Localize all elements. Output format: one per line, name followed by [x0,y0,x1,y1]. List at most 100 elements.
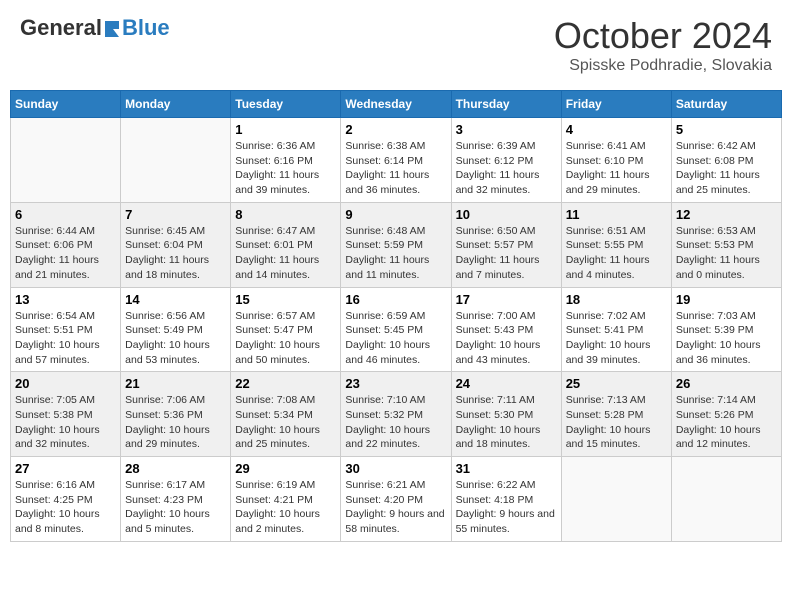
day-info: Sunrise: 7:03 AM Sunset: 5:39 PM Dayligh… [676,309,777,368]
calendar-cell: 1 Sunrise: 6:36 AM Sunset: 6:16 PM Daylig… [231,118,341,203]
day-info: Sunrise: 6:54 AM Sunset: 5:51 PM Dayligh… [15,309,116,368]
weekday-header-thursday: Thursday [451,91,561,118]
day-number: 9 [345,207,446,222]
day-info: Sunrise: 6:42 AM Sunset: 6:08 PM Dayligh… [676,139,777,198]
day-info: Sunrise: 6:36 AM Sunset: 6:16 PM Dayligh… [235,139,336,198]
day-number: 16 [345,292,446,307]
day-info: Sunrise: 6:38 AM Sunset: 6:14 PM Dayligh… [345,139,446,198]
month-title: October 2024 [554,15,772,57]
logo-icon [103,19,121,37]
day-info: Sunrise: 6:41 AM Sunset: 6:10 PM Dayligh… [566,139,667,198]
calendar-cell: 29 Sunrise: 6:19 AM Sunset: 4:21 PM Dayli… [231,457,341,542]
day-number: 11 [566,207,667,222]
day-info: Sunrise: 6:51 AM Sunset: 5:55 PM Dayligh… [566,224,667,283]
calendar-cell: 3 Sunrise: 6:39 AM Sunset: 6:12 PM Daylig… [451,118,561,203]
calendar-cell: 12Sunrise: 6:53 AM Sunset: 5:53 PM Dayli… [671,202,781,287]
day-info: Sunrise: 7:05 AM Sunset: 5:38 PM Dayligh… [15,393,116,452]
weekday-header-saturday: Saturday [671,91,781,118]
calendar-cell: 31 Sunrise: 6:22 AM Sunset: 4:18 PM Dayli… [451,457,561,542]
weekday-header-row: SundayMondayTuesdayWednesdayThursdayFrid… [11,91,782,118]
day-number: 1 [235,122,336,137]
calendar-cell: 23Sunrise: 7:10 AM Sunset: 5:32 PM Dayli… [341,372,451,457]
day-number: 21 [125,376,226,391]
day-info: Sunrise: 6:22 AM Sunset: 4:18 PM Dayligh… [456,478,557,537]
day-info: Sunrise: 7:08 AM Sunset: 5:34 PM Dayligh… [235,393,336,452]
calendar-cell: 22 Sunrise: 7:08 AM Sunset: 5:34 PM Dayli… [231,372,341,457]
title-section: October 2024 Spisske Podhradie, Slovakia [554,15,772,75]
calendar-cell: 24 Sunrise: 7:11 AM Sunset: 5:30 PM Dayli… [451,372,561,457]
day-number: 15 [235,292,336,307]
day-number: 20 [15,376,116,391]
calendar-week-row: 27 Sunrise: 6:16 AM Sunset: 4:25 PM Dayli… [11,457,782,542]
day-info: Sunrise: 7:13 AM Sunset: 5:28 PM Dayligh… [566,393,667,452]
day-number: 13 [15,292,116,307]
calendar-cell: 17 Sunrise: 7:00 AM Sunset: 5:43 PM Dayli… [451,287,561,372]
logo-blue-text: Blue [122,15,170,41]
logo-general-text: General [20,15,102,41]
calendar-cell: 19 Sunrise: 7:03 AM Sunset: 5:39 PM Dayli… [671,287,781,372]
calendar-week-row: 1 Sunrise: 6:36 AM Sunset: 6:16 PM Daylig… [11,118,782,203]
calendar-cell [671,457,781,542]
day-number: 31 [456,461,557,476]
calendar-cell: 13 Sunrise: 6:54 AM Sunset: 5:51 PM Dayli… [11,287,121,372]
day-info: Sunrise: 6:16 AM Sunset: 4:25 PM Dayligh… [15,478,116,537]
calendar-cell: 5 Sunrise: 6:42 AM Sunset: 6:08 PM Daylig… [671,118,781,203]
calendar-cell: 2 Sunrise: 6:38 AM Sunset: 6:14 PM Daylig… [341,118,451,203]
day-info: Sunrise: 7:11 AM Sunset: 5:30 PM Dayligh… [456,393,557,452]
calendar-cell: 18 Sunrise: 7:02 AM Sunset: 5:41 PM Dayli… [561,287,671,372]
day-number: 22 [235,376,336,391]
day-info: Sunrise: 6:50 AM Sunset: 5:57 PM Dayligh… [456,224,557,283]
calendar-cell: 4 Sunrise: 6:41 AM Sunset: 6:10 PM Daylig… [561,118,671,203]
location-text: Spisske Podhradie, Slovakia [554,57,772,75]
day-info: Sunrise: 6:21 AM Sunset: 4:20 PM Dayligh… [345,478,446,537]
calendar-cell: 28 Sunrise: 6:17 AM Sunset: 4:23 PM Dayli… [121,457,231,542]
day-number: 24 [456,376,557,391]
day-number: 29 [235,461,336,476]
weekday-header-wednesday: Wednesday [341,91,451,118]
day-info: Sunrise: 6:47 AM Sunset: 6:01 PM Dayligh… [235,224,336,283]
day-info: Sunrise: 7:00 AM Sunset: 5:43 PM Dayligh… [456,309,557,368]
calendar-cell: 7Sunrise: 6:45 AM Sunset: 6:04 PM Daylig… [121,202,231,287]
day-number: 4 [566,122,667,137]
calendar-cell: 6 Sunrise: 6:44 AM Sunset: 6:06 PM Daylig… [11,202,121,287]
day-number: 12 [676,207,777,222]
day-info: Sunrise: 6:19 AM Sunset: 4:21 PM Dayligh… [235,478,336,537]
calendar-cell: 9 Sunrise: 6:48 AM Sunset: 5:59 PM Daylig… [341,202,451,287]
day-number: 2 [345,122,446,137]
day-info: Sunrise: 6:57 AM Sunset: 5:47 PM Dayligh… [235,309,336,368]
calendar-cell: 15 Sunrise: 6:57 AM Sunset: 5:47 PM Dayli… [231,287,341,372]
day-number: 5 [676,122,777,137]
calendar-cell: 30Sunrise: 6:21 AM Sunset: 4:20 PM Dayli… [341,457,451,542]
day-info: Sunrise: 6:39 AM Sunset: 6:12 PM Dayligh… [456,139,557,198]
calendar-cell [121,118,231,203]
day-info: Sunrise: 6:17 AM Sunset: 4:23 PM Dayligh… [125,478,226,537]
day-info: Sunrise: 7:10 AM Sunset: 5:32 PM Dayligh… [345,393,446,452]
day-info: Sunrise: 6:59 AM Sunset: 5:45 PM Dayligh… [345,309,446,368]
day-number: 3 [456,122,557,137]
calendar-cell: 10Sunrise: 6:50 AM Sunset: 5:57 PM Dayli… [451,202,561,287]
calendar-week-row: 13 Sunrise: 6:54 AM Sunset: 5:51 PM Dayli… [11,287,782,372]
day-number: 19 [676,292,777,307]
day-info: Sunrise: 7:02 AM Sunset: 5:41 PM Dayligh… [566,309,667,368]
weekday-header-monday: Monday [121,91,231,118]
day-number: 18 [566,292,667,307]
calendar-cell: 27 Sunrise: 6:16 AM Sunset: 4:25 PM Dayli… [11,457,121,542]
calendar-cell: 20 Sunrise: 7:05 AM Sunset: 5:38 PM Dayli… [11,372,121,457]
weekday-header-sunday: Sunday [11,91,121,118]
day-info: Sunrise: 6:48 AM Sunset: 5:59 PM Dayligh… [345,224,446,283]
day-info: Sunrise: 6:56 AM Sunset: 5:49 PM Dayligh… [125,309,226,368]
calendar-cell: 21Sunrise: 7:06 AM Sunset: 5:36 PM Dayli… [121,372,231,457]
calendar-cell: 8Sunrise: 6:47 AM Sunset: 6:01 PM Daylig… [231,202,341,287]
day-info: Sunrise: 6:44 AM Sunset: 6:06 PM Dayligh… [15,224,116,283]
day-number: 27 [15,461,116,476]
weekday-header-friday: Friday [561,91,671,118]
page-header: General Blue October 2024 Spisske Podhra… [10,10,782,80]
calendar-cell [11,118,121,203]
calendar-cell: 25Sunrise: 7:13 AM Sunset: 5:28 PM Dayli… [561,372,671,457]
day-number: 17 [456,292,557,307]
calendar-cell [561,457,671,542]
calendar-week-row: 20 Sunrise: 7:05 AM Sunset: 5:38 PM Dayli… [11,372,782,457]
day-number: 7 [125,207,226,222]
day-number: 6 [15,207,116,222]
day-number: 28 [125,461,226,476]
